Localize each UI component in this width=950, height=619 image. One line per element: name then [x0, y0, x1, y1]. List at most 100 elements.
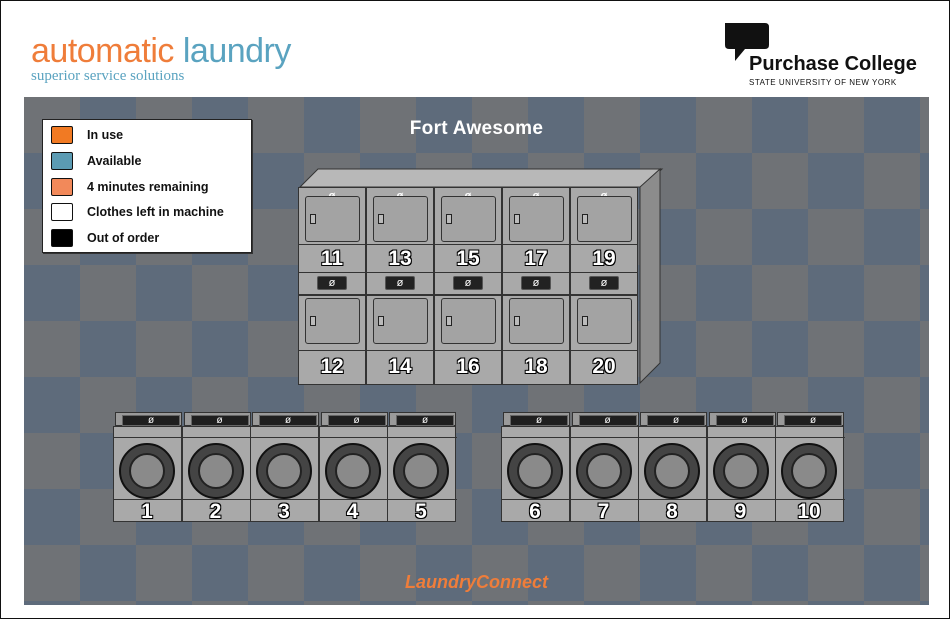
washer-body: 8 [638, 426, 708, 523]
dryer-number: 19 [592, 247, 616, 270]
washer-status-display: ø [259, 415, 317, 426]
dryer-door [441, 196, 496, 242]
dryer-status-badge: ø [453, 276, 483, 290]
dryer-unit[interactable]: 16 [434, 295, 502, 385]
washer-unit[interactable]: ø2 [181, 412, 252, 523]
dryer-door [305, 298, 360, 344]
dryer-number: 14 [388, 355, 412, 378]
washer-body: 3 [250, 426, 320, 523]
dryer-unit[interactable]: ø17ø [502, 187, 570, 295]
dryer-unit[interactable]: 12 [298, 295, 366, 385]
washer-unit[interactable]: ø8 [638, 412, 708, 523]
washer-door-icon [119, 443, 175, 499]
washer-console: ø [708, 412, 776, 426]
door-latch-icon [446, 316, 452, 326]
dryer-unit[interactable]: ø15ø [434, 187, 502, 295]
dryer-number: 16 [456, 355, 480, 378]
legend-swatch [51, 151, 73, 170]
dryer-unit[interactable]: 14 [366, 295, 434, 385]
dryer-number: 15 [456, 247, 480, 270]
door-latch-icon [514, 214, 520, 224]
washer-unit[interactable]: ø3 [250, 412, 320, 523]
washer-top-strip [776, 437, 845, 438]
washer-unit[interactable]: ø6 [501, 412, 571, 523]
washer-status-display: ø [510, 415, 568, 426]
washer-door-icon [712, 443, 769, 499]
legend-item: Clothes left in machine [51, 202, 224, 222]
legend-swatch [51, 177, 73, 196]
washer-console: ø [252, 412, 319, 426]
legend-label: 4 minutes remaining [87, 179, 209, 194]
dryer-unit[interactable]: 20 [570, 295, 638, 385]
dryer-divider [503, 244, 569, 245]
logo-word-automatic: automatic [31, 32, 174, 70]
dryer-divider [571, 272, 637, 273]
laundryconnect-brand: LaundryConnect [404, 572, 548, 592]
legend-label: Out of order [87, 231, 160, 246]
washer-body: 1 [113, 426, 183, 523]
washer-drum [197, 453, 234, 489]
door-latch-icon [582, 316, 588, 326]
dryer-unit[interactable]: ø19ø [570, 187, 638, 295]
washer-number: 8 [666, 500, 678, 523]
washer-number: 4 [346, 500, 359, 523]
door-latch-icon [582, 214, 588, 224]
dryer-door [373, 196, 428, 242]
washer-top-strip [388, 437, 457, 438]
logo-tagline: superior service solutions [31, 68, 185, 84]
dryer-number: 11 [320, 247, 344, 270]
washer-drum [722, 453, 759, 489]
washer-number: 2 [209, 500, 222, 523]
washer-top-strip [502, 437, 571, 438]
washer-door-icon [644, 443, 700, 499]
washer-status-display: ø [647, 415, 705, 426]
washer-unit[interactable]: ø5 [387, 412, 457, 523]
washer-console: ø [777, 412, 844, 426]
logo-word-laundry: laundry [182, 32, 292, 70]
washer-drum [266, 453, 302, 489]
washer-console: ø [320, 412, 388, 426]
washer-unit[interactable]: ø1 [113, 412, 183, 523]
door-latch-icon [446, 214, 452, 224]
washer-top-strip [182, 437, 252, 438]
college-subtitle: STATE UNIVERSITY OF NEW YORK [749, 78, 897, 87]
washer-console: ø [571, 412, 639, 426]
washer-door-icon [324, 443, 381, 499]
status-legend: In use Available 4 minutes remaining Clothe… [42, 119, 252, 253]
dryer-door [577, 196, 632, 242]
washer-unit[interactable]: ø9 [706, 412, 777, 523]
washer-door-icon [187, 443, 244, 499]
legend-label: Available [87, 153, 142, 168]
washer-body: 9 [706, 426, 777, 523]
dryer-unit[interactable]: ø13ø [366, 187, 434, 295]
washer-drum [654, 453, 690, 489]
washer-console: ø [115, 412, 182, 426]
dryer-unit[interactable]: 18 [502, 295, 570, 385]
washer-top-strip [570, 437, 640, 438]
legend-swatch [51, 229, 73, 248]
dryer-divider [299, 272, 365, 273]
door-latch-icon [514, 316, 520, 326]
dryer-divider [367, 350, 433, 351]
washer-body: 10 [775, 426, 845, 523]
dryer-status-badge: ø [317, 276, 347, 290]
washer-status-display: ø [327, 415, 386, 426]
door-latch-icon [310, 214, 316, 224]
washer-unit[interactable]: ø7 [569, 412, 640, 523]
washer-drum [334, 453, 371, 489]
dryer-status-badge: ø [589, 276, 619, 290]
washer-status-display: ø [578, 415, 637, 426]
washer-drum [403, 453, 439, 489]
washer-number: 9 [734, 500, 747, 523]
washer-drum [791, 453, 827, 489]
washer-unit[interactable]: ø 10 [775, 412, 845, 523]
dryer-divider [503, 350, 569, 351]
washer-top-strip [114, 437, 183, 438]
washer-unit[interactable]: ø4 [318, 412, 389, 523]
washer-door-icon [507, 443, 563, 499]
washer-body: 2 [181, 426, 252, 523]
dryer-unit[interactable]: ø11ø [298, 187, 366, 295]
dryer-door [509, 196, 564, 242]
washer-number: 3 [278, 500, 290, 523]
automatic-laundry-logo: automatic laundry superior service solut… [31, 34, 291, 85]
